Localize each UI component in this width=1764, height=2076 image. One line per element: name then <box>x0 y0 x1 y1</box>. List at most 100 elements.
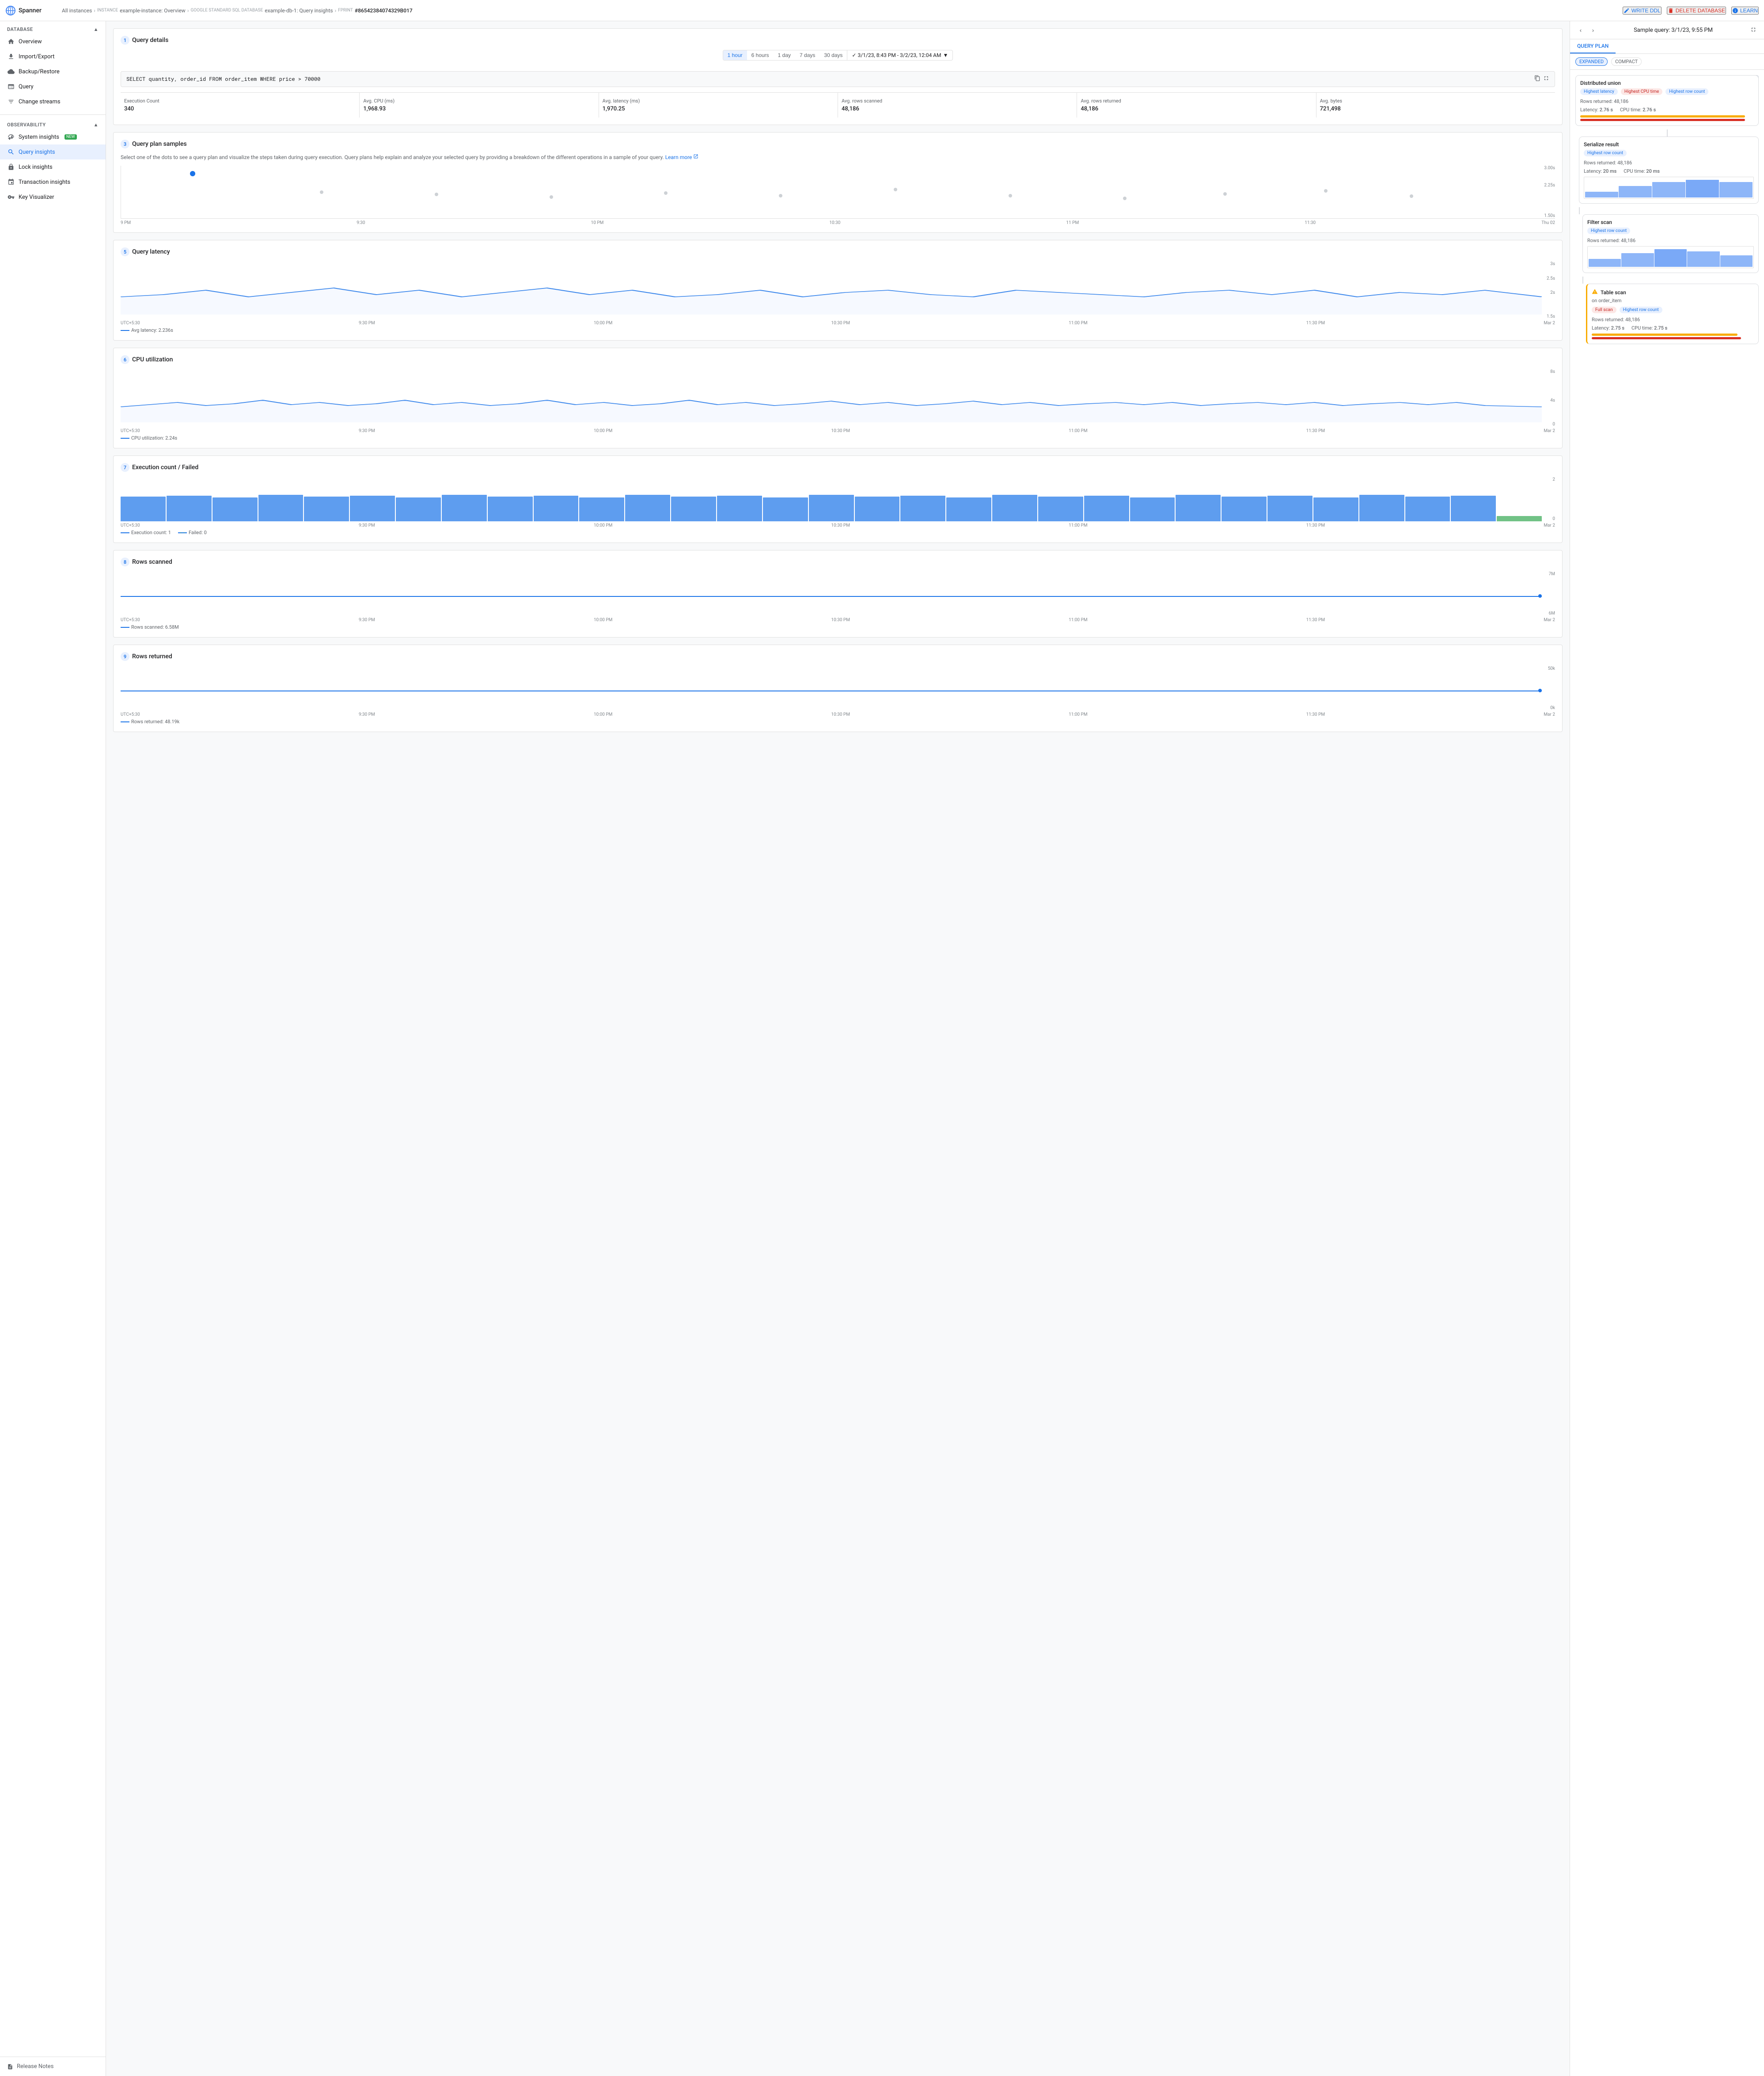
sidebar-database-section: DATABASE ▲ Overview Import/Export Backu <box>0 21 106 113</box>
right-panel-nav: ‹ › <box>1575 25 1598 35</box>
write-ddl-button[interactable]: WRITE DDL <box>1623 7 1662 15</box>
badge-highest-row-count-3: Highest row count <box>1587 228 1630 234</box>
execution-count-card: 7 Execution count / Failed 2 0 <box>113 455 1563 543</box>
scatter-dot[interactable] <box>435 193 438 196</box>
insights-icon <box>7 133 15 141</box>
learn-button[interactable]: LEARN <box>1731 7 1759 15</box>
breadcrumb-instance-name[interactable]: example-instance: Overview <box>120 8 186 14</box>
sidebar-observability-header[interactable]: OBSERVABILITY ▲ <box>0 120 106 129</box>
expand-panel-button[interactable] <box>1748 25 1759 35</box>
expand-icon[interactable] <box>1543 75 1549 83</box>
breadcrumb-db-name[interactable]: example-db-1: Query insights <box>265 8 333 14</box>
query-latency-card: 5 Query latency 3s 2.5s 2s 1.5s UTC+5:30… <box>113 240 1563 341</box>
sidebar-item-key-visualizer[interactable]: Key Visualizer <box>0 190 106 205</box>
query-code-display: SELECT quantity, order_id FROM order_ite… <box>121 71 1555 87</box>
cpu-legend-line <box>121 438 129 439</box>
latency-chart: 3s 2.5s 2s 1.5s <box>121 262 1555 319</box>
scatter-dot[interactable] <box>550 195 553 199</box>
plan-connector-3 <box>1582 277 1583 284</box>
sidebar-item-query-insights[interactable]: Query insights <box>0 144 106 159</box>
breadcrumb-fprint-label: FPRINT <box>338 8 353 13</box>
time-range-selector[interactable]: ✓ 3/1/23, 8:43 PM - 3/2/23, 12:04 AM ▼ <box>847 50 952 60</box>
badge-highest-latency: Highest latency <box>1580 88 1618 95</box>
rows-returned-title: 9 Rows returned <box>121 652 1555 661</box>
right-panel-subtabs: EXPANDED COMPACT <box>1570 54 1764 70</box>
rows-scanned-title: 8 Rows scanned <box>121 558 1555 566</box>
plan-connector-2 <box>1579 207 1580 214</box>
scatter-dot[interactable] <box>664 191 668 195</box>
cpu-bar <box>1580 119 1745 121</box>
scatter-dot[interactable] <box>1223 192 1227 196</box>
time-btn-6hours[interactable]: 6 hours <box>747 50 774 60</box>
scatter-dot-selected[interactable] <box>190 171 195 176</box>
right-panel-header: ‹ › Sample query: 3/1/23, 9:55 PM <box>1570 21 1764 39</box>
exec-xaxis: UTC+5:30 9:30 PM 10:00 PM 10:30 PM 11:00… <box>121 523 1555 528</box>
sidebar-item-query[interactable]: Query <box>0 79 106 94</box>
exec-legend-line <box>121 532 129 533</box>
sidebar-item-overview[interactable]: Overview <box>0 34 106 49</box>
breadcrumb-fprint-value: #86542384074329B017 <box>355 8 413 14</box>
scatter-dot[interactable] <box>894 188 897 191</box>
sidebar-footer: Release Notes <box>0 2057 106 2076</box>
sidebar-release-notes[interactable]: Release Notes <box>7 2061 99 2072</box>
sidebar-item-backup-restore[interactable]: Backup/Restore <box>0 64 106 79</box>
content-area: 1 Query details 1 hour 6 hours 1 day 7 d… <box>106 21 1764 2076</box>
home-icon <box>7 38 15 46</box>
nav-next-button[interactable]: › <box>1588 25 1598 35</box>
latency-svg <box>121 266 1542 315</box>
metric-avg-bytes: Avg. bytes 721,498 <box>1316 93 1555 118</box>
query-plan-scatter: 3.00s 2.25s 1.50s <box>121 166 1555 219</box>
backup-icon <box>7 68 15 76</box>
scatter-dot[interactable] <box>779 194 782 197</box>
scatter-dot[interactable] <box>320 190 323 194</box>
latency-xaxis: UTC+5:30 9:30 PM 10:00 PM 10:30 PM 11:00… <box>121 321 1555 326</box>
sidebar-item-transaction-insights[interactable]: Transaction insights <box>0 175 106 190</box>
scatter-xaxis: 9 PM 9:30 10 PM 10:30 11 PM 11:30 Thu 02 <box>121 220 1555 225</box>
plan-node-filter-scan: Filter scan Highest row count Rows retur… <box>1582 214 1759 273</box>
right-panel: ‹ › Sample query: 3/1/23, 9:55 PM QUERY … <box>1570 21 1764 2076</box>
delete-database-button[interactable]: DELETE DATABASE <box>1667 7 1726 15</box>
time-range-value: ✓ 3/1/23, 8:43 PM - 3/2/23, 12:04 AM <box>852 52 941 58</box>
scatter-dot[interactable] <box>1324 189 1328 193</box>
sidebar-item-change-streams[interactable]: Change streams <box>0 94 106 109</box>
subtab-expanded[interactable]: EXPANDED <box>1575 57 1608 66</box>
time-btn-30days[interactable]: 30 days <box>819 50 847 60</box>
rows-returned-chart: 50k 0k <box>121 666 1555 710</box>
tab-query-plan[interactable]: QUERY PLAN <box>1570 39 1616 53</box>
execution-count-title: 7 Execution count / Failed <box>121 463 1555 472</box>
breadcrumb-all-instances[interactable]: All instances <box>62 8 92 14</box>
learn-more-link[interactable]: Learn more <box>665 154 692 160</box>
scatter-dot[interactable] <box>1123 197 1127 200</box>
badge-highest-row-count: Highest row count <box>1665 88 1708 95</box>
metric-avg-cpu: Avg. CPU (ms) 1,968.93 <box>360 93 599 118</box>
query-plan-samples-title: 3 Query plan samples <box>121 140 1555 148</box>
cpu-utilization-title: 6 CPU utilization <box>121 355 1555 364</box>
import-icon <box>7 53 15 61</box>
breadcrumb-db-label: GOOGLE STANDARD SQL DATABASE <box>190 8 263 13</box>
key-icon <box>7 193 15 201</box>
subtab-compact[interactable]: COMPACT <box>1611 57 1642 66</box>
sidebar-item-import-export[interactable]: Import/Export <box>0 49 106 64</box>
cpu-legend: CPU utilization: 2.24s <box>121 435 1555 441</box>
scatter-dot[interactable] <box>1009 194 1012 197</box>
time-btn-7days[interactable]: 7 days <box>795 50 819 60</box>
serialize-bar-chart <box>1584 177 1754 199</box>
stream-icon <box>7 98 15 106</box>
latency-bar <box>1580 115 1745 118</box>
nav-prev-button[interactable]: ‹ <box>1575 25 1586 35</box>
plan-node-table-scan: Table scan on order_item Full scan Highe… <box>1586 284 1759 344</box>
sidebar-item-system-insights[interactable]: System insights NEW <box>0 129 106 144</box>
scatter-dot[interactable] <box>1410 194 1413 198</box>
sidebar-item-lock-insights[interactable]: Lock insights <box>0 159 106 175</box>
time-btn-1hour[interactable]: 1 hour <box>723 50 747 60</box>
rows-scanned-xaxis: UTC+5:30 9:30 PM 10:00 PM 10:30 PM 11:00… <box>121 618 1555 622</box>
app-logo: Spanner <box>5 5 58 16</box>
rows-returned-xaxis: UTC+5:30 9:30 PM 10:00 PM 10:30 PM 11:00… <box>121 712 1555 717</box>
cpu-svg <box>121 374 1542 422</box>
chevron-up-icon-2: ▲ <box>94 122 99 128</box>
metric-avg-latency: Avg. latency (ms) 1,970.25 <box>599 93 838 118</box>
sidebar-database-header[interactable]: DATABASE ▲ <box>0 25 106 34</box>
copy-icon[interactable] <box>1534 75 1540 83</box>
right-panel-tabs: QUERY PLAN <box>1570 39 1764 54</box>
time-btn-1day[interactable]: 1 day <box>774 50 795 60</box>
